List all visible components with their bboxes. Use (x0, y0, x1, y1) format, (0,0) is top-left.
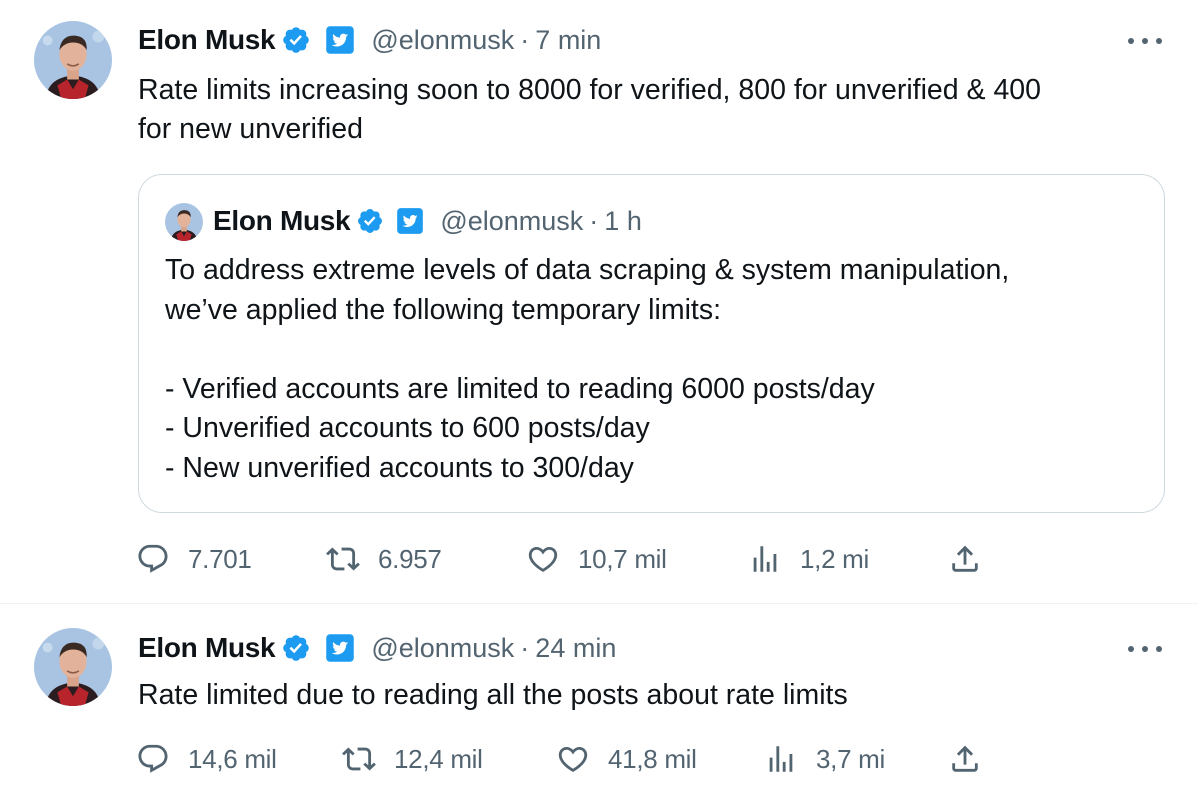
views-button[interactable]: 3,7 mi (764, 739, 885, 779)
like-count: 10,7 mil (578, 543, 667, 574)
heart-icon (526, 542, 560, 576)
reply-icon (136, 742, 170, 776)
reply-button[interactable]: 14,6 mil (136, 739, 277, 779)
repost-button[interactable]: 12,4 mil (342, 739, 483, 779)
like-count: 41,8 mil (608, 743, 697, 774)
tweet-text: Rate limited due to reading all the post… (138, 679, 848, 711)
time-separator: · (520, 632, 530, 663)
timestamp[interactable]: 24 min (535, 633, 616, 664)
share-button[interactable] (948, 739, 982, 779)
views-button[interactable]: 1,2 mi (748, 539, 869, 579)
author-handle[interactable]: @elonmusk (371, 633, 514, 664)
analytics-icon (748, 542, 782, 576)
timestamp[interactable]: 7 min (535, 25, 601, 56)
share-icon (948, 542, 982, 576)
verified-badge-icon[interactable] (281, 633, 311, 663)
repost-icon (342, 742, 376, 776)
time-separator: · (589, 205, 599, 236)
analytics-icon (764, 742, 798, 776)
author-name[interactable]: Elon Musk (138, 24, 276, 56)
reply-count: 7.701 (188, 543, 252, 574)
avatar[interactable] (34, 628, 112, 706)
quoted-header: Elon Musk @elonmusk · 1 h (213, 203, 642, 239)
more-options-icon[interactable] (1128, 639, 1162, 659)
quoted-tweet-text: To address extreme levels of data scrapi… (165, 254, 1010, 484)
avatar[interactable] (34, 21, 112, 99)
view-count: 3,7 mi (816, 743, 886, 774)
action-bar: 7.701 6.957 10,7 mil 1,2 mi (136, 539, 996, 579)
repost-count: 12,4 mil (394, 743, 483, 774)
quoted-author-name[interactable]: Elon Musk (213, 205, 351, 237)
twitter-logo-icon[interactable] (325, 633, 355, 663)
view-count: 1,2 mi (800, 543, 870, 574)
twitter-logo-icon[interactable] (396, 207, 424, 235)
share-icon (948, 742, 982, 776)
verified-badge-icon[interactable] (281, 25, 311, 55)
quoted-tweet[interactable]: Elon Musk @elonmusk · 1 h To address ext… (138, 174, 1165, 513)
quoted-timestamp[interactable]: 1 h (604, 206, 642, 237)
tweet-header: Elon Musk @elonmusk · 7 min (138, 22, 601, 58)
reply-count: 14,6 mil (188, 743, 277, 774)
tweet-text: Rate limits increasing soon to 8000 for … (138, 74, 1041, 145)
quoted-avatar[interactable] (165, 203, 203, 241)
tweet[interactable]: Elon Musk @elonmusk · 24 min Rate limite… (0, 604, 1198, 798)
quoted-author-handle[interactable]: @elonmusk (440, 206, 583, 237)
twitter-logo-icon[interactable] (325, 25, 355, 55)
like-button[interactable]: 41,8 mil (556, 739, 697, 779)
share-button[interactable] (948, 539, 982, 579)
reply-button[interactable]: 7.701 (136, 539, 252, 579)
action-bar: 14,6 mil 12,4 mil 41,8 mil 3,7 mi (136, 739, 996, 779)
tweet-header: Elon Musk @elonmusk · 24 min (138, 630, 616, 666)
tweet[interactable]: Elon Musk @elonmusk · 7 min Rate limits … (0, 0, 1198, 604)
repost-count: 6.957 (378, 543, 442, 574)
more-options-icon[interactable] (1128, 31, 1162, 51)
heart-icon (556, 742, 590, 776)
author-name[interactable]: Elon Musk (138, 632, 276, 664)
like-button[interactable]: 10,7 mil (526, 539, 667, 579)
time-separator: · (520, 24, 530, 55)
verified-badge-icon[interactable] (356, 207, 384, 235)
author-handle[interactable]: @elonmusk (371, 25, 514, 56)
repost-icon (326, 542, 360, 576)
reply-icon (136, 542, 170, 576)
repost-button[interactable]: 6.957 (326, 539, 442, 579)
